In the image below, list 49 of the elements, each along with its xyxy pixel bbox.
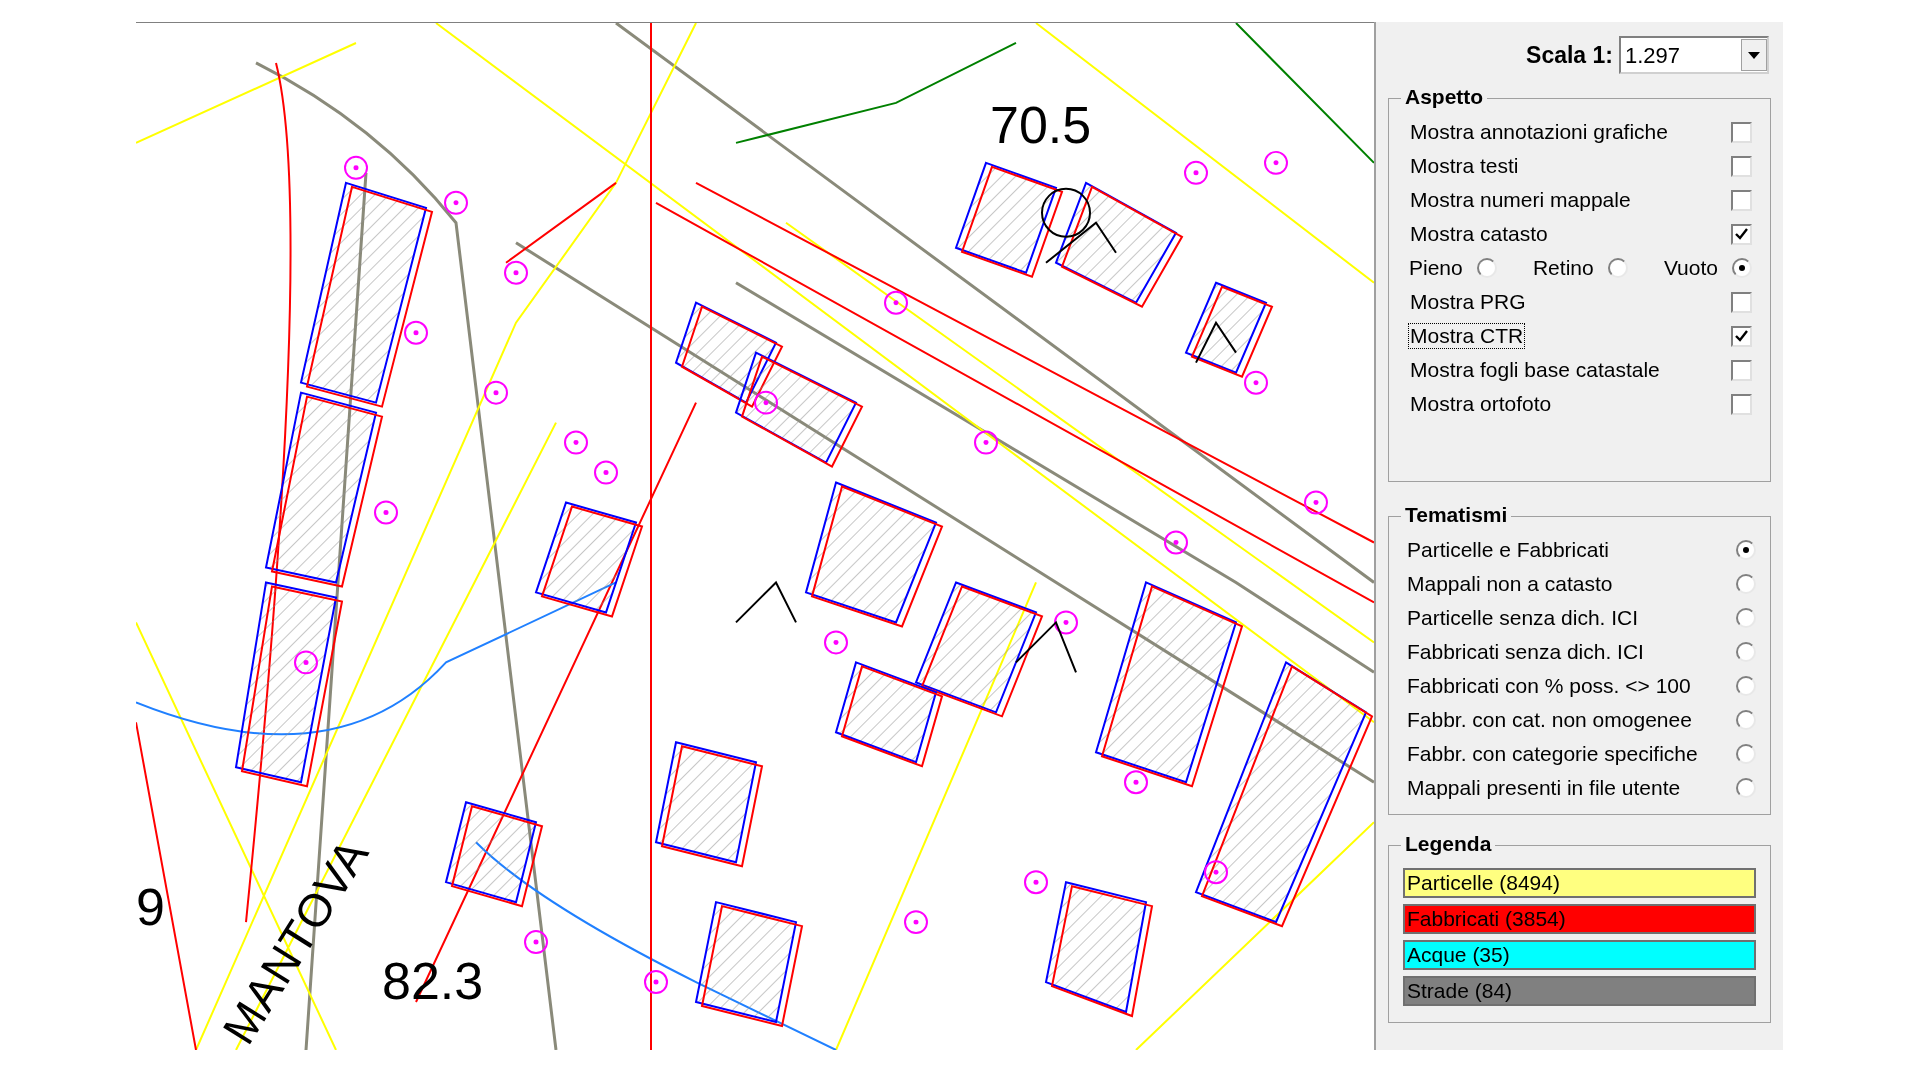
checkmark-icon [1735, 228, 1748, 240]
radio-button[interactable] [1736, 676, 1756, 696]
radio-label: Retino [1532, 255, 1594, 282]
checkbox-label: Mostra ortofoto [1409, 392, 1553, 416]
checkbox-label: Mostra fogli base catastale [1409, 358, 1661, 382]
radio-button[interactable] [1736, 744, 1756, 764]
checkbox[interactable] [1731, 359, 1752, 381]
scale-value: 1.297 [1624, 41, 1682, 70]
checkbox[interactable] [1731, 121, 1752, 143]
radio-label: Mappali presenti in file utente [1407, 775, 1681, 802]
radio-button[interactable] [1607, 258, 1628, 278]
checkbox-label: Mostra PRG [1409, 290, 1527, 314]
checkbox[interactable] [1731, 291, 1752, 313]
legend-swatch: Strade (84) [1403, 976, 1756, 1006]
checkbox-label: Mostra CTR [1409, 324, 1525, 348]
checkbox[interactable] [1731, 223, 1752, 245]
checkbox-label: Mostra testi [1409, 154, 1520, 178]
radio-button[interactable] [1736, 710, 1756, 730]
radio-label: Fabbr. con cat. non omogenee [1407, 707, 1692, 734]
legend-swatch: Particelle (8494) [1403, 868, 1756, 898]
radio-label: Pieno [1409, 255, 1463, 282]
scale-dropdown[interactable]: 1.297 [1619, 36, 1769, 74]
radio-button[interactable] [1736, 642, 1756, 662]
checkbox[interactable] [1731, 189, 1752, 211]
legend-swatch: Acque (35) [1403, 940, 1756, 970]
radio-label: Particelle senza dich. ICI [1407, 605, 1639, 632]
radio-label: Mappali non a catasto [1407, 571, 1613, 598]
radio-button[interactable] [1736, 574, 1756, 594]
radio-label: Particelle e Fabbricati [1407, 537, 1609, 564]
checkbox[interactable] [1731, 325, 1752, 347]
map-label: 9 [136, 881, 165, 933]
radio-button[interactable] [1476, 258, 1497, 278]
scale-label: Scala 1: [1526, 40, 1613, 70]
radio-button[interactable] [1732, 258, 1752, 278]
radio-label: Vuoto [1663, 255, 1718, 282]
radio-label: Fabbricati senza dich. ICI [1407, 639, 1644, 666]
checkmark-icon [1735, 330, 1748, 342]
radio-button[interactable] [1736, 608, 1756, 628]
radio-label: Fabbr. con categorie specifiche [1407, 741, 1698, 768]
checkbox[interactable] [1731, 155, 1752, 177]
radio-button[interactable] [1736, 540, 1756, 560]
radio-label: Fabbricati con % poss. <> 100 [1407, 673, 1691, 700]
checkbox-label: Mostra annotazioni grafiche [1409, 120, 1669, 144]
map-label: 70.5 [990, 99, 1092, 151]
legend-swatch: Fabbricati (3854) [1403, 904, 1756, 934]
checkbox[interactable] [1731, 393, 1752, 415]
radio-button[interactable] [1736, 778, 1756, 798]
checkbox-label: Mostra numeri mappale [1409, 188, 1632, 212]
checkbox-label: Mostra catasto [1409, 222, 1549, 246]
